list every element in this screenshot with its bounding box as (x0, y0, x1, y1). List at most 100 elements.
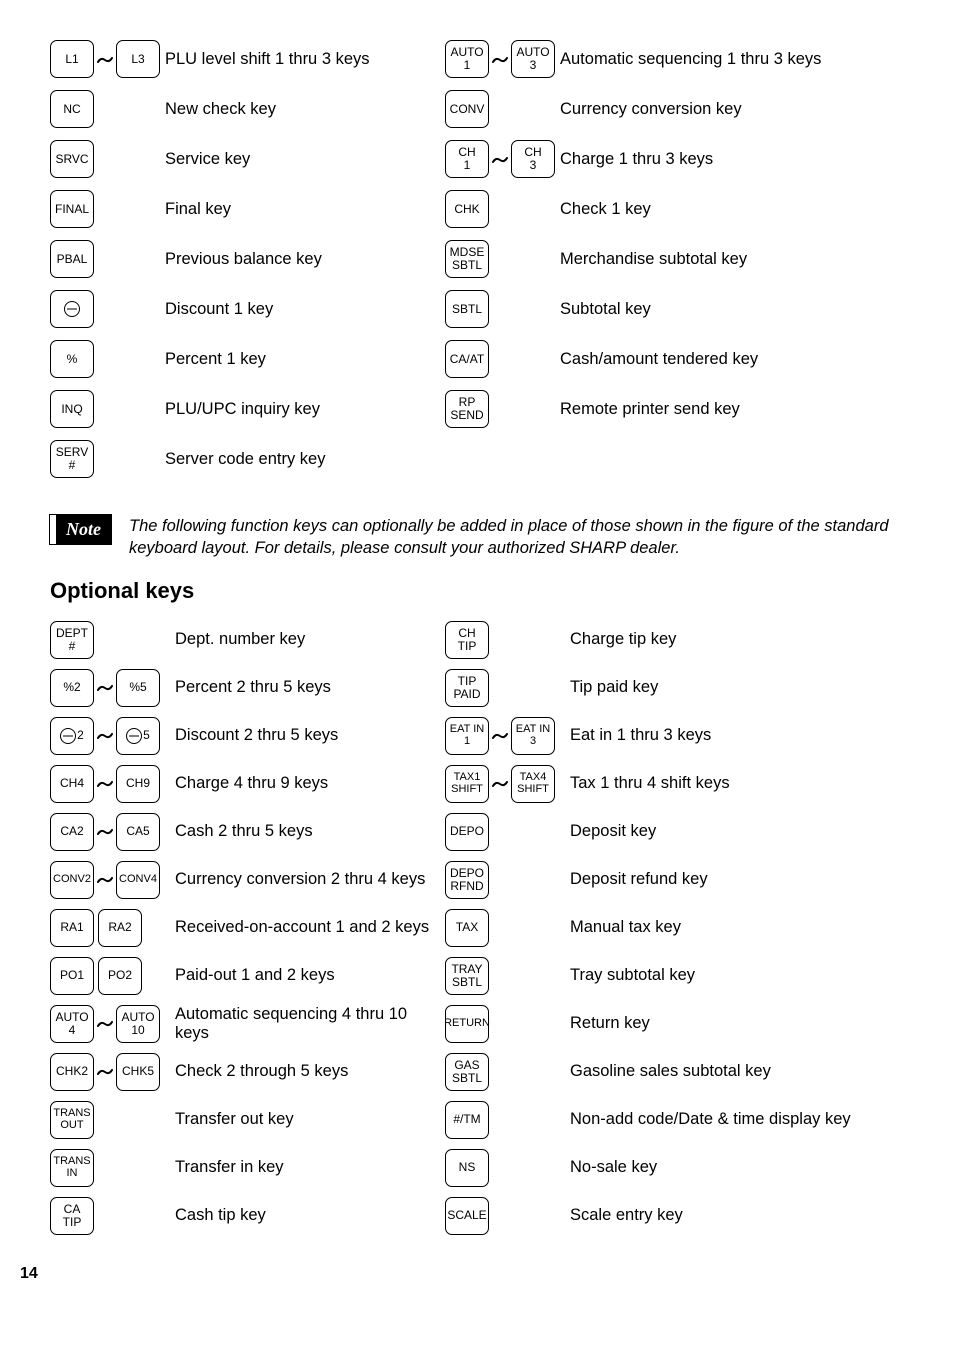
keycap: DEPO (445, 813, 489, 851)
keycap: EAT IN3 (511, 717, 555, 755)
key-row: EAT IN1EAT IN3Eat in 1 thru 3 keys (445, 712, 885, 760)
key-description: Cash tip key (175, 1206, 435, 1225)
key-slot: L1L3 (50, 40, 165, 78)
key-row: FINALFinal key (50, 190, 445, 228)
key-description: Cash 2 thru 5 keys (175, 822, 435, 841)
keycap: DEPT# (50, 621, 94, 659)
keycap: TAX1SHIFT (445, 765, 489, 803)
key-description: Percent 1 key (165, 350, 266, 369)
range-tilde-icon (492, 772, 508, 795)
key-description: Automatic sequencing 4 thru 10 keys (175, 1005, 435, 1043)
key-row: PBALPrevious balance key (50, 240, 445, 278)
key-row: AUTO1AUTO3Automatic sequencing 1 thru 3 … (445, 40, 885, 78)
key-slot: 25 (50, 717, 175, 755)
key-slot: PBAL (50, 240, 165, 278)
keycap: AUTO10 (116, 1005, 160, 1043)
key-description: Check 2 through 5 keys (175, 1062, 435, 1081)
key-slot: FINAL (50, 190, 165, 228)
key-row: DEPORFNDDeposit refund key (445, 856, 885, 904)
key-description: Dept. number key (175, 630, 435, 649)
key-description: Subtotal key (560, 300, 651, 319)
keycap: INQ (50, 390, 94, 428)
keycap: CA5 (116, 813, 160, 851)
key-slot: TRAYSBTL (445, 957, 570, 995)
key-slot: SCALE (445, 1197, 570, 1235)
key-slot: NC (50, 90, 165, 128)
key-slot: EAT IN1EAT IN3 (445, 717, 570, 755)
key-description: Deposit key (570, 822, 870, 841)
key-row: SBTLSubtotal key (445, 290, 885, 328)
key-row: %Percent 1 key (50, 340, 445, 378)
key-row: RA1RA2Received-on-account 1 and 2 keys (50, 904, 445, 952)
optional-keys-heading: Optional keys (50, 578, 904, 604)
keycap: AUTO3 (511, 40, 555, 78)
page-number: 14 (20, 1265, 904, 1283)
range-tilde-icon (492, 48, 508, 71)
key-slot: CATIP (50, 1197, 175, 1235)
key-slot: INQ (50, 390, 165, 428)
keycap: AUTO4 (50, 1005, 94, 1043)
key-description: Tax 1 thru 4 shift keys (570, 774, 870, 793)
key-description: Tip paid key (570, 678, 870, 697)
key-slot: SERV# (50, 440, 165, 478)
key-description: Cash/amount tendered key (560, 350, 758, 369)
key-slot: DEPT# (50, 621, 175, 659)
range-tilde-icon (97, 772, 113, 795)
key-row: NCNew check key (50, 90, 445, 128)
range-tilde-icon (97, 820, 113, 843)
key-description: Return key (570, 1014, 870, 1033)
keycap: DEPORFND (445, 861, 489, 899)
keycap: RPSEND (445, 390, 489, 428)
optional-keys-grid: DEPT#Dept. number key%2%5Percent 2 thru … (50, 616, 904, 1240)
key-description: Automatic sequencing 1 thru 3 keys (560, 50, 821, 69)
key-row: SCALEScale entry key (445, 1192, 885, 1240)
key-row: TRAYSBTLTray subtotal key (445, 952, 885, 1000)
note-callout: Note The following function keys can opt… (50, 515, 904, 560)
keycap: #/TM (445, 1101, 489, 1139)
key-row: CH1CH3Charge 1 thru 3 keys (445, 140, 885, 178)
range-tilde-icon (492, 148, 508, 171)
discount-icon (126, 728, 142, 744)
key-row: SRVCService key (50, 140, 445, 178)
key-slot: RETURN (445, 1005, 570, 1043)
key-slot: TAX1SHIFTTAX4SHIFT (445, 765, 570, 803)
key-row: INQ PLU/UPC inquiry key (50, 390, 445, 428)
key-row: TRANSOUTTransfer out key (50, 1096, 445, 1144)
key-slot: AUTO4 AUTO10 (50, 1005, 175, 1043)
range-tilde-icon (97, 1060, 113, 1083)
range-tilde-icon (97, 48, 113, 71)
key-row: PO1PO2Paid-out 1 and 2 keys (50, 952, 445, 1000)
key-description: Manual tax key (570, 918, 870, 937)
key-row: SERV#Server code entry key (50, 440, 445, 478)
keycap: L1 (50, 40, 94, 78)
key-slot: SRVC (50, 140, 165, 178)
key-description: PLU/UPC inquiry key (165, 400, 320, 419)
key-row: CATIPCash tip key (50, 1192, 445, 1240)
key-description: No-sale key (570, 1158, 870, 1177)
keycap: CH1 (445, 140, 489, 178)
key-slot: CH1CH3 (445, 140, 560, 178)
key-description: Paid-out 1 and 2 keys (175, 966, 435, 985)
note-label-box: Note (50, 515, 111, 544)
key-description: Transfer out key (175, 1110, 435, 1129)
key-row: RPSENDRemote printer send key (445, 390, 885, 428)
keycap: CA/AT (445, 340, 489, 378)
standard-left-column: L1L3PLU level shift 1 thru 3 keysNCNew c… (50, 40, 445, 490)
key-description: Final key (165, 200, 231, 219)
optional-left-column: DEPT#Dept. number key%2%5Percent 2 thru … (50, 616, 445, 1240)
key-slot: TIPPAID (445, 669, 570, 707)
key-description: Service key (165, 150, 250, 169)
key-slot: DEPO (445, 813, 570, 851)
key-description: Discount 2 thru 5 keys (175, 726, 435, 745)
key-description: Percent 2 thru 5 keys (175, 678, 435, 697)
keycap: 2 (50, 717, 94, 755)
key-description: Previous balance key (165, 250, 322, 269)
key-row: RETURNReturn key (445, 1000, 885, 1048)
key-description: Non-add code/Date & time display key (570, 1110, 870, 1129)
key-row: AUTO4 AUTO10 Automatic sequencing 4 thru 1… (50, 1000, 445, 1048)
keycap: GASSBTL (445, 1053, 489, 1091)
key-description: Scale entry key (570, 1206, 870, 1225)
key-slot: TRANSOUT (50, 1101, 175, 1139)
key-row: DEPO Deposit key (445, 808, 885, 856)
note-text: The following function keys can optional… (129, 515, 904, 560)
